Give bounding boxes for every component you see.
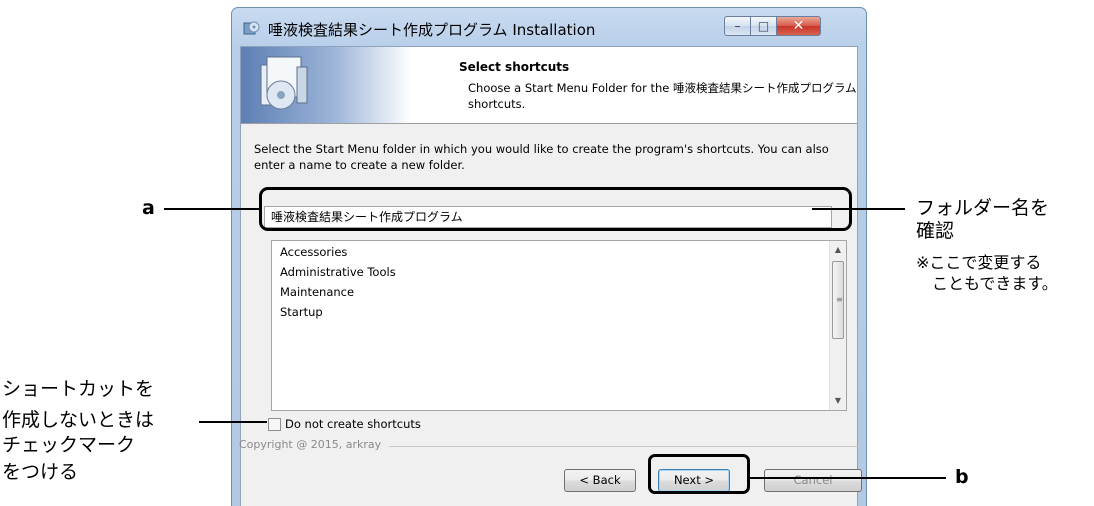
cancel-button[interactable]: Cancel (764, 469, 862, 492)
checkbox-note-line2: 作成しないときは (2, 409, 155, 431)
back-button[interactable]: < Back (564, 469, 636, 492)
folder-list-item[interactable]: Maintenance (280, 285, 354, 299)
copyright-divider (389, 446, 859, 447)
leader-line-checkbox-note (199, 421, 267, 423)
no-shortcuts-option[interactable]: Do not create shortcuts (268, 417, 421, 431)
scroll-grip-icon: ≡ (836, 295, 843, 304)
label-a: a (142, 197, 155, 219)
title-bar[interactable]: 唾液検査結果シート作成プログラム Installation – □ ✕ (232, 8, 866, 46)
leader-line-b (750, 477, 946, 479)
installer-window: 唾液検査結果シート作成プログラム Installation – □ ✕ Sele… (231, 7, 867, 506)
checkbox-note-line3: チェックマーク (2, 434, 136, 456)
copyright-text: Copyright @ 2015, arkray (239, 438, 382, 451)
folder-input-highlight (259, 187, 852, 231)
checkbox-note-line1: ショートカットを (2, 378, 155, 400)
no-shortcuts-checkbox[interactable] (268, 417, 281, 431)
folder-list-item[interactable]: Startup (280, 305, 323, 319)
window-title: 唾液検査結果シート作成プログラム Installation (268, 21, 596, 39)
leader-line-a (164, 208, 260, 210)
installer-box-icon (241, 47, 411, 123)
folder-note-line2: 確認 (916, 220, 955, 242)
checkbox-note-line4: をつける (2, 461, 79, 483)
no-shortcuts-label[interactable]: Do not create shortcuts (285, 417, 421, 431)
scroll-down-icon[interactable]: ▼ (830, 393, 846, 409)
wizard-page-title: Select shortcuts (459, 60, 570, 74)
folder-note-line3: ※ここで変更する (916, 253, 1042, 272)
leader-line-folder-note (812, 208, 905, 210)
instructions-text: Select the Start Menu folder in which yo… (254, 142, 829, 172)
next-button-highlight (648, 454, 750, 494)
scroll-up-icon[interactable]: ▲ (830, 242, 846, 258)
folder-list-scrollbar[interactable]: ▲ ≡ ▼ (829, 241, 846, 410)
maximize-button[interactable]: □ (750, 16, 777, 36)
minimize-icon: – (734, 19, 741, 33)
maximize-icon: □ (757, 19, 770, 33)
folder-note-line4: こともできます。 (932, 274, 1058, 293)
folder-list-item[interactable]: Administrative Tools (280, 265, 396, 279)
wizard-page-description: Choose a Start Menu Folder for the 唾液検査結… (468, 81, 857, 111)
label-b: b (955, 466, 969, 488)
wizard-client-area: Select shortcuts Choose a Start Menu Fol… (239, 46, 862, 506)
close-icon: ✕ (792, 18, 805, 34)
folder-list-item[interactable]: Accessories (280, 245, 347, 259)
scroll-thumb[interactable]: ≡ (832, 261, 844, 339)
close-button[interactable]: ✕ (776, 16, 821, 36)
wizard-header: Select shortcuts Choose a Start Menu Fol… (241, 47, 857, 124)
start-menu-folder-list[interactable]: Accessories Administrative Tools Mainten… (271, 240, 847, 411)
folder-note-line1: フォルダー名を (916, 197, 1050, 219)
installer-app-icon (242, 18, 260, 36)
minimize-button[interactable]: – (724, 16, 751, 36)
